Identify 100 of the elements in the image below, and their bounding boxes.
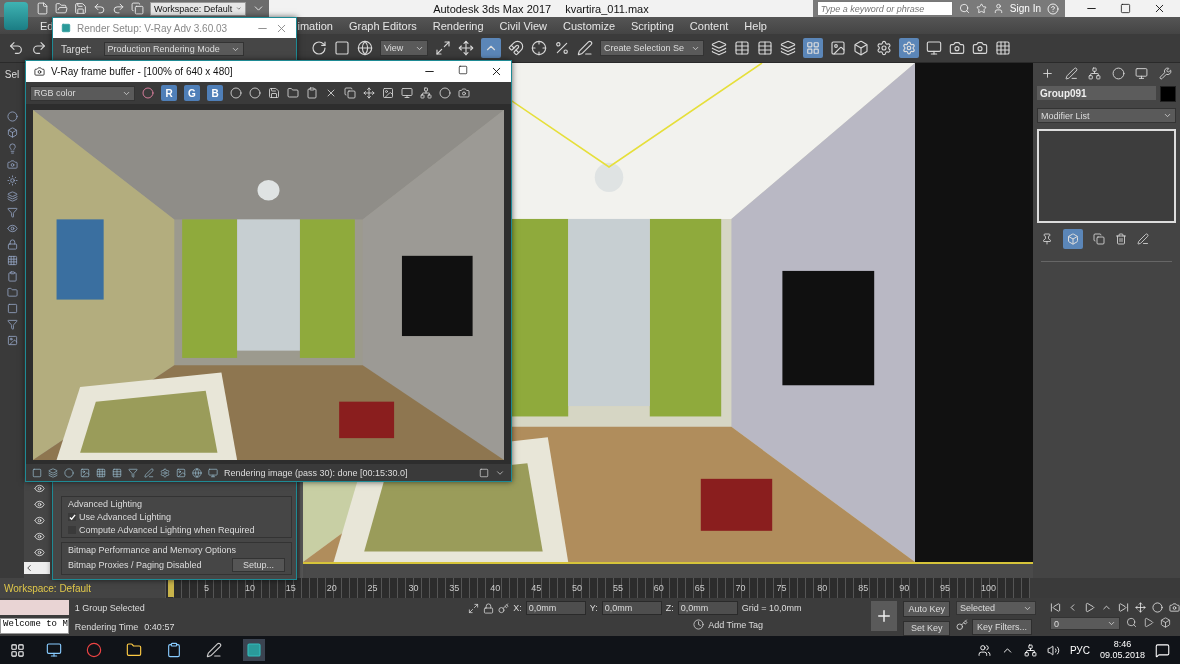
render-window-icon[interactable] (926, 40, 942, 56)
setup-button[interactable]: Setup... (231, 558, 285, 572)
visibility-icon[interactable] (34, 483, 45, 494)
frame-buffer-tool-icon[interactable] (344, 87, 356, 99)
menu-item[interactable]: Scripting (631, 19, 674, 32)
show-result-button[interactable] (1063, 229, 1083, 249)
new-file-icon[interactable] (36, 2, 49, 15)
frame-buffer-tool-icon[interactable] (325, 87, 337, 99)
explorer-tool-icon[interactable] (6, 143, 18, 154)
frame-buffer-tool-icon[interactable] (401, 87, 413, 99)
notifications-icon[interactable] (1155, 642, 1170, 658)
frame-buffer-tool-icon[interactable] (420, 87, 432, 99)
explorer-tool-icon[interactable] (6, 335, 18, 346)
listener-field[interactable] (0, 600, 69, 615)
explorer-tool-icon[interactable] (6, 271, 18, 282)
clock-time[interactable]: 8:46 (1113, 639, 1132, 650)
close-icon[interactable] (490, 65, 503, 78)
user-icon[interactable] (992, 3, 1004, 14)
panel-tab-icon[interactable] (1135, 67, 1149, 80)
people-icon[interactable] (977, 643, 991, 657)
status-tool-icon[interactable] (176, 467, 186, 478)
workspace-label[interactable]: Workspace: Default (0, 578, 165, 598)
status-tool-icon[interactable] (128, 467, 138, 478)
z-field[interactable]: 0,0mm (677, 601, 738, 615)
status-tool-icon[interactable] (144, 467, 154, 478)
undo-icon[interactable] (8, 40, 24, 56)
panel-tab-icon[interactable] (1064, 67, 1078, 80)
menu-item[interactable]: Content (689, 19, 729, 32)
modifier-stack[interactable] (1037, 129, 1176, 223)
y-field[interactable]: 0,0mm (601, 601, 662, 615)
menu-item[interactable]: Civil View (499, 19, 548, 32)
explorer-tool-icon[interactable] (6, 303, 18, 314)
network-icon[interactable] (1023, 643, 1037, 657)
explorer-menu[interactable]: Sel (4, 69, 20, 80)
panel-tab-icon[interactable] (1111, 67, 1125, 80)
panel-tab-icon[interactable] (1158, 67, 1172, 80)
channel-dropdown[interactable]: RGB color (30, 85, 135, 101)
menu-item[interactable]: Graph Editors (348, 19, 417, 32)
explorer-tool-icon[interactable] (6, 223, 18, 234)
grid-icon[interactable] (995, 40, 1011, 56)
key-icon[interactable] (956, 619, 968, 631)
render-setup-button[interactable] (899, 38, 919, 58)
auto-key-button[interactable]: Auto Key (903, 601, 950, 617)
open-folder-icon[interactable] (55, 2, 68, 15)
percent-snap-icon[interactable] (554, 40, 570, 56)
workspace-dropdown[interactable]: Workspace: Default (150, 1, 246, 16)
channel-toggle[interactable]: G (184, 85, 200, 101)
frame-field[interactable]: 0 (1050, 617, 1120, 630)
select-tool-button[interactable] (481, 38, 501, 58)
key-mode-dropdown[interactable]: Selected (956, 601, 1036, 615)
add-time-tag-link[interactable]: Add Time Tag (708, 619, 764, 630)
explorer-tool-icon[interactable] (6, 255, 18, 266)
sign-in-link[interactable]: Sign In (1009, 3, 1041, 14)
layers-icon[interactable] (780, 40, 796, 56)
frame-buffer-tool-icon[interactable] (439, 87, 451, 99)
redo-icon[interactable] (112, 2, 125, 15)
explorer-tool-icon[interactable] (6, 191, 18, 202)
explorer-tool-icon[interactable] (6, 159, 18, 170)
frame-buffer-tool-icon[interactable] (287, 87, 299, 99)
frame-buffer-tool-icon[interactable] (268, 87, 280, 99)
status-tool-icon[interactable] (80, 467, 90, 478)
visibility-icon[interactable] (34, 499, 45, 510)
save-icon[interactable] (74, 2, 87, 15)
frame-buffer-tool-icon[interactable] (363, 87, 375, 99)
close-icon[interactable] (1153, 2, 1166, 15)
explorer-tool-icon[interactable] (6, 127, 18, 138)
time-slider[interactable] (168, 579, 174, 597)
explorer-tool-icon[interactable] (6, 111, 18, 122)
key-filters-button[interactable]: Key Filters... (972, 619, 1032, 635)
set-key-button[interactable] (871, 601, 898, 631)
channel-toggle[interactable]: B (207, 85, 223, 101)
visibility-icon[interactable] (34, 531, 45, 542)
status-tool-icon[interactable] (32, 467, 42, 478)
explorer-tool-icon[interactable] (6, 207, 18, 218)
snap-icon[interactable] (508, 40, 524, 56)
select-region-icon[interactable] (334, 40, 350, 56)
view-dropdown[interactable]: View (380, 40, 428, 56)
panel-tab-icon[interactable] (1041, 67, 1054, 80)
frame-buffer-tool-icon[interactable] (306, 87, 318, 99)
status-tool-icon[interactable] (208, 467, 218, 478)
x-field[interactable]: 0,0mm (525, 601, 586, 615)
panel-tab-icon[interactable] (1088, 67, 1102, 80)
scene-explorer-icon[interactable] (757, 40, 773, 56)
menu-item[interactable]: Help (744, 19, 767, 32)
modifier-list-dropdown[interactable]: Modifier List (1037, 108, 1176, 123)
ribbon-button[interactable] (803, 38, 823, 58)
menu-item[interactable]: Customize (563, 19, 616, 32)
frame-buffer-tool-icon[interactable] (249, 87, 261, 99)
explorer-tool-icon[interactable] (6, 287, 18, 298)
move-icon[interactable] (458, 40, 474, 56)
frame-buffer-tool-icon[interactable] (458, 87, 470, 99)
start-icon[interactable] (10, 642, 25, 658)
object-name-field[interactable]: Group091 (1037, 86, 1156, 100)
status-tool-icon[interactable] (48, 467, 58, 478)
maximize-icon[interactable] (1120, 3, 1131, 14)
visibility-icon[interactable] (34, 515, 45, 526)
timeline-track[interactable]: 5 10 15 20 25 30 35 40 45 50 55 60 65 70 75 80 85 90 95 100 (165, 578, 1030, 598)
menu-item[interactable]: imation (297, 19, 333, 32)
clock-date[interactable]: 09.05.2018 (1099, 650, 1145, 661)
set-key-mode-button[interactable]: Set Key (903, 620, 950, 636)
